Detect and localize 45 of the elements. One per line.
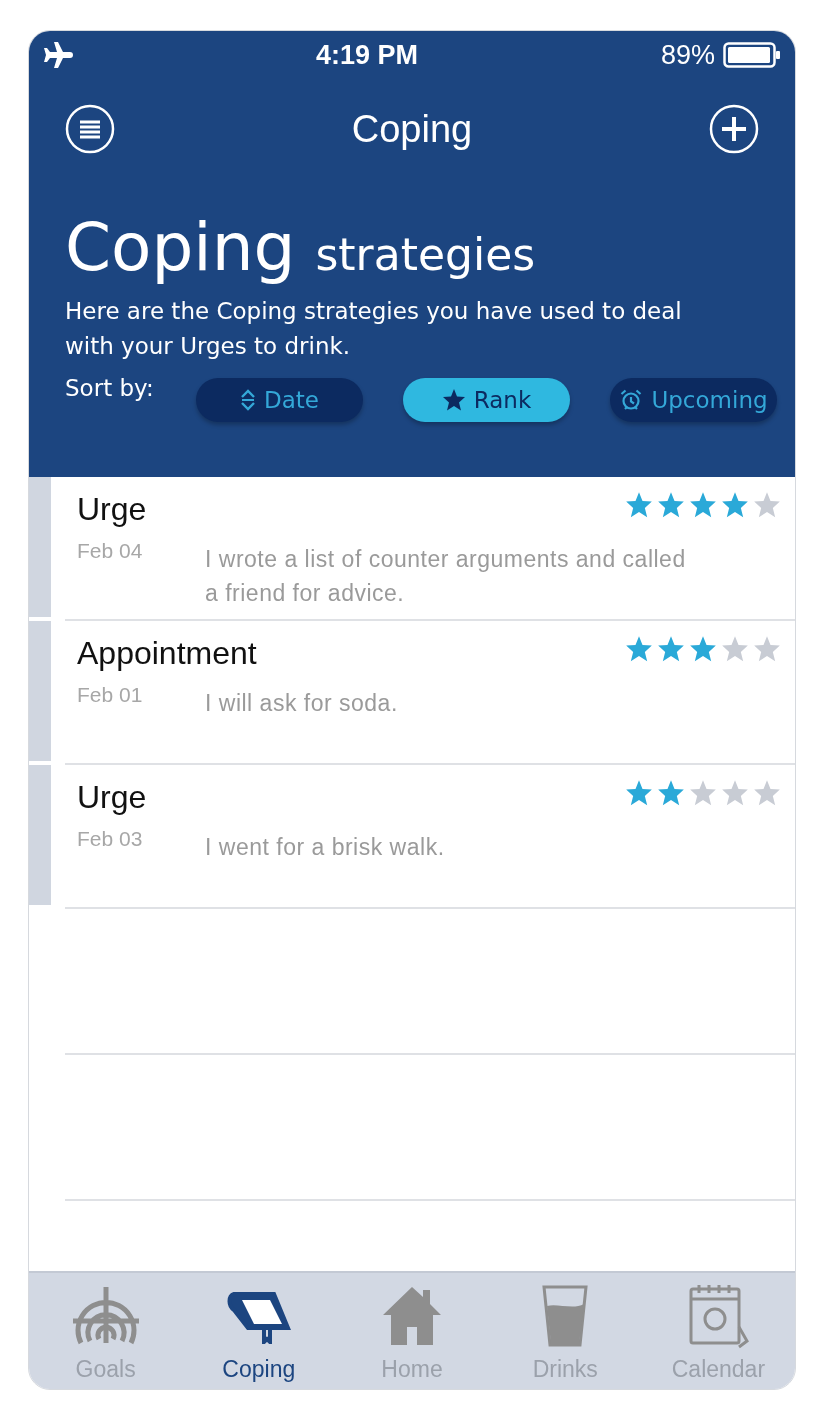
star-icon [657,635,685,663]
sort-option[interactable]: Rank [403,378,570,422]
entry-text: I went for a brisk walk. [205,833,446,862]
star-icon [625,635,653,663]
star-icon [657,491,685,519]
star-icon [721,635,749,663]
description: Here are the Coping strategies you have used to deal with your Urges to drink. [65,297,683,361]
star-icon [625,491,653,519]
calendar-icon [687,1283,750,1349]
star-icon [721,491,749,519]
sort-label: Sort by: [65,375,155,401]
star-icon [625,779,653,807]
glass-icon [542,1284,589,1348]
sort-option[interactable]: Upcoming [610,378,777,422]
status-time: 4:19 PM [314,39,419,71]
nav-title: Coping [351,107,473,151]
star-icon [657,779,685,807]
star-icon [441,388,466,412]
entry-date: Feb 03 [77,827,143,851]
star-icon [753,779,781,807]
entry-date: Feb 01 [77,683,143,707]
tab[interactable]: Coping [182,1273,336,1389]
entry-text: I will ask for soda. [205,689,399,718]
star-icon [721,779,749,807]
airplane-icon [41,40,73,70]
star-icon [753,491,781,519]
star-icon [689,779,717,807]
page-subtitle: strategies [315,229,536,280]
entry-title: Urge [77,491,147,528]
star-icon [753,635,781,663]
menu-icon[interactable] [65,104,115,154]
entry-text: I wrote a list of counter arguments and called a friend for advice. [205,545,687,608]
house-icon [381,1285,443,1347]
battery-percent: 89% [660,39,715,71]
alarm-clock-icon [619,388,644,412]
star-icon [689,635,717,663]
battery-icon [723,42,781,68]
page-title: Coping [65,209,296,286]
add-icon[interactable] [709,104,759,154]
sort-option[interactable]: Date [196,378,363,422]
entry-title: Urge [77,779,147,816]
sort-arrows-icon [240,389,256,411]
star-icon [689,491,717,519]
entry-date: Feb 04 [77,539,143,563]
entry-title: Appointment [77,635,257,672]
